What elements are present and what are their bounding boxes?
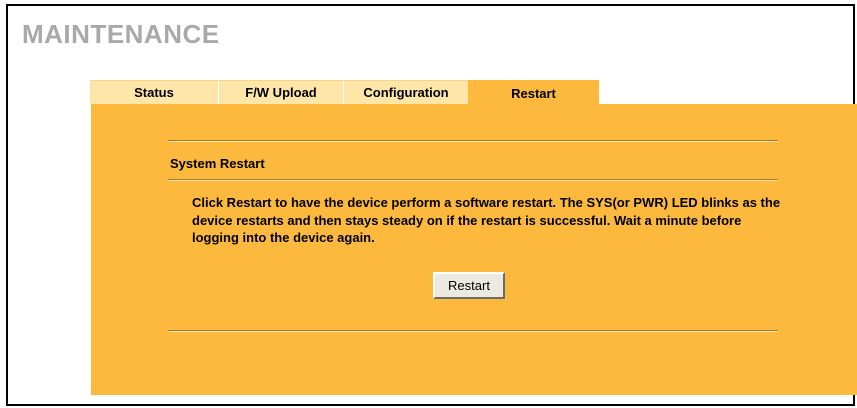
tab-configuration[interactable]: Configuration <box>344 80 468 104</box>
tab-bar: Status F/W Upload Configuration Restart <box>90 80 600 105</box>
divider <box>168 179 778 181</box>
page-title: MAINTENANCE <box>22 19 220 49</box>
tab-restart[interactable]: Restart <box>468 80 600 105</box>
section-title: System Restart <box>170 156 265 171</box>
tab-status[interactable]: Status <box>90 80 219 104</box>
tab-fw-upload[interactable]: F/W Upload <box>219 80 344 104</box>
maintenance-window: MAINTENANCE Status F/W Upload Configurat… <box>6 4 857 406</box>
restart-panel: System Restart Click Restart to have the… <box>91 104 857 395</box>
restart-button[interactable]: Restart <box>433 272 505 299</box>
restart-description: Click Restart to have the device perform… <box>192 195 781 245</box>
divider <box>168 140 778 142</box>
divider <box>168 330 778 332</box>
